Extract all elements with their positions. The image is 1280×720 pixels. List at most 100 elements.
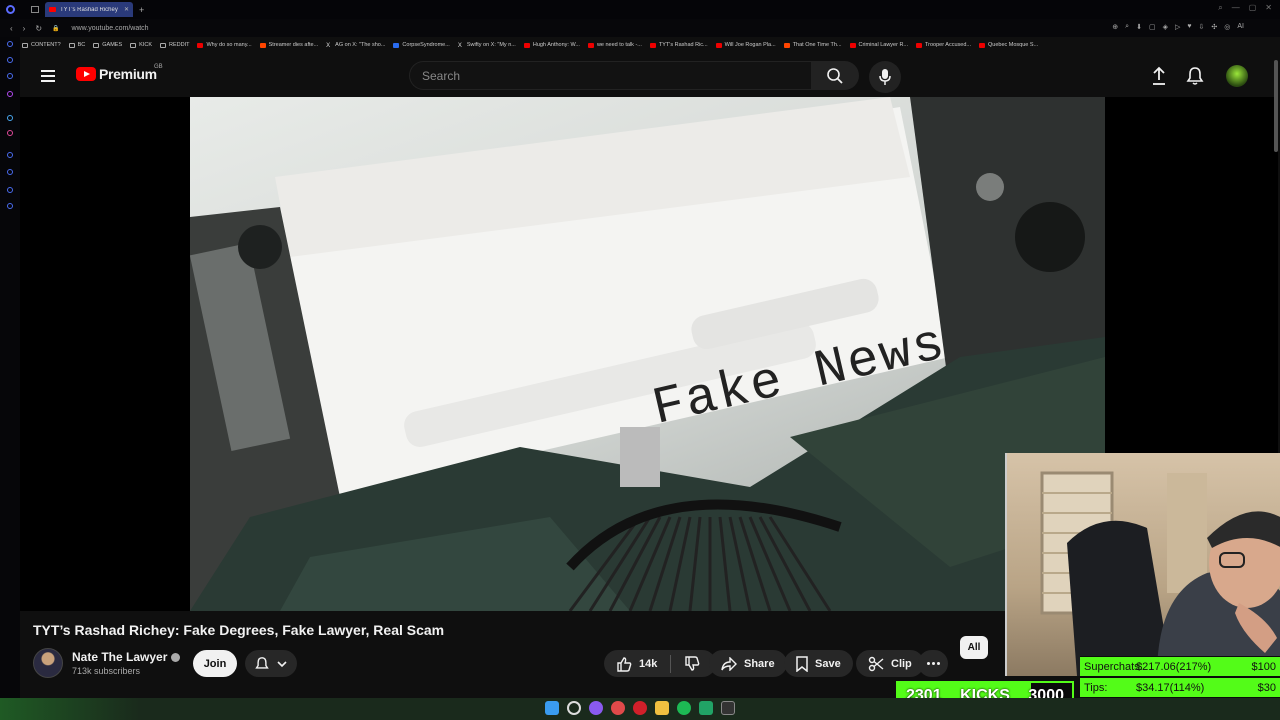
bookmark-item[interactable]: Will Joe Rogan Pla... [715,42,776,48]
download-icon[interactable]: ⇩ [1199,23,1205,31]
bookmark-item[interactable]: Criminal Lawyer R... [849,42,908,48]
video-player[interactable]: Fake News [190,97,1105,611]
ai-icon[interactable]: AI [1237,23,1244,31]
bookmark-label: CONTENT? [31,42,61,48]
back-icon[interactable]: ‹ [10,24,13,33]
bookmark-item[interactable]: Hugh Anthony: W... [523,42,580,48]
bookmark-item[interactable]: X Swifty on X: "My n... [458,42,516,49]
bookmark-item[interactable]: Streamer dies afte... [259,42,318,48]
search-button[interactable] [811,61,859,90]
bookmark-item[interactable]: Trooper Accused... [916,42,971,48]
opera-logo-icon[interactable] [6,5,15,14]
discord-icon[interactable] [589,701,603,715]
obs-icon[interactable] [721,701,735,715]
minimize-icon[interactable]: — [1232,3,1240,13]
account-avatar[interactable] [1226,65,1248,87]
search-input[interactable] [410,62,811,89]
menu-icon[interactable] [41,70,55,82]
opera-icon[interactable] [633,701,647,715]
sidebar-messenger-icon[interactable] [7,115,13,121]
subscription-notifications-button[interactable] [245,650,297,677]
join-button[interactable]: Join [193,650,237,677]
wallet-icon[interactable]: ◎ [1224,23,1230,31]
lock-icon[interactable]: 🔒 [52,25,59,32]
sidebar-instagram-icon[interactable] [7,130,13,136]
tab-overview-icon[interactable] [31,6,39,13]
heart-icon[interactable]: ♥ [1187,23,1191,31]
bookmark-item[interactable]: CorpseSyndrome... [393,42,450,48]
youtube-premium-logo[interactable]: Premium GB [76,64,163,82]
search-tabs-icon[interactable]: ⌕ [1218,3,1222,13]
snapshot-icon[interactable]: ▢ [1149,23,1156,31]
more-dot [936,662,940,665]
clip-button[interactable]: Clip [856,650,924,677]
windows-start-icon[interactable] [545,701,559,715]
save-page-icon[interactable]: ⬇ [1136,23,1142,31]
url-field[interactable]: www.youtube.com/watch [72,25,149,32]
bookmark-item[interactable]: BC [68,42,85,48]
channel-name-row[interactable]: Nate The Lawyer [72,650,181,664]
sidebar-home-icon[interactable] [7,41,13,47]
sidebar-bookmarks-icon[interactable] [7,73,13,79]
bookmark-item[interactable]: REDDIT [160,42,189,48]
page-scrollbar[interactable] [1274,60,1278,152]
forward-icon[interactable]: › [23,24,26,33]
close-tab-icon[interactable]: ✕ [124,6,129,13]
bookmark-item[interactable]: TYT's Rashad Ric... [649,42,708,48]
browser-tab-active[interactable]: TYT's Rashad Richey ✕ [45,2,133,17]
voice-search-button[interactable] [869,61,901,93]
bookmark-item[interactable]: That One Time Th... [783,42,842,48]
folder-icon [160,42,166,48]
bookmark-item[interactable]: KICK [130,42,152,48]
reload-icon[interactable]: ↻ [35,24,42,33]
verified-icon [171,652,181,662]
bookmark-item[interactable]: GAMES [93,42,122,48]
bookmark-item[interactable]: Quebec Mosque S... [978,42,1038,48]
create-button[interactable] [1150,66,1168,91]
shield-icon[interactable]: ◈ [1163,23,1168,31]
bookmark-item[interactable]: X AG on X: "The sho... [326,42,386,49]
taskbar-search-icon[interactable] [567,701,581,715]
sidebar-settings-icon[interactable] [7,203,13,209]
extensions-icon[interactable]: ✣ [1211,23,1217,31]
bookmark-label: Why do so many... [206,42,252,48]
subscriber-count: 713k subscribers [72,666,141,676]
search-page-icon[interactable]: ⌕ [1125,23,1129,31]
folder-icon [68,42,75,48]
goal-value: $34.17(114%) [1136,681,1205,694]
sidebar-extensions-icon[interactable] [7,187,13,193]
youtube-favicon-icon [49,7,56,12]
bell-icon [255,656,269,669]
like-divider [670,654,672,673]
bookmark-item[interactable]: we need to talk -... [587,42,642,48]
sidebar-social-icon[interactable] [7,57,13,63]
save-button[interactable]: Save [784,650,853,677]
chrome-icon[interactable] [611,701,625,715]
bookmark-label: Trooper Accused... [925,42,971,48]
more-actions-button[interactable] [918,650,948,677]
share-button[interactable]: Share [709,650,787,677]
play-icon[interactable]: ▷ [1175,23,1180,31]
chip-all[interactable]: All [960,636,988,659]
file-explorer-icon[interactable] [655,701,669,715]
close-window-icon[interactable]: ✕ [1265,3,1272,13]
sidebar-clock-icon[interactable] [7,169,13,175]
like-count[interactable]: 14k [639,658,657,670]
bookmark-item[interactable]: CONTENT? [22,42,61,48]
excel-icon[interactable] [699,701,713,715]
zoom-icon[interactable]: ⊕ [1112,23,1118,31]
sidebar-history-icon[interactable] [7,152,13,158]
sidebar-ai-icon[interactable] [7,91,13,97]
channel-name[interactable]: Nate The Lawyer [72,650,167,664]
bookmark-item[interactable]: Why do so many... [197,42,252,48]
bookmark-label: AG on X: "The sho... [335,42,386,48]
screen: TYT's Rashad Richey ✕ + ⌕ — ▢ ✕ ‹ › ↻ 🔒 … [0,0,1280,720]
spotify-icon[interactable] [677,701,691,715]
maximize-icon[interactable]: ▢ [1249,3,1257,13]
notifications-button[interactable] [1186,66,1204,91]
thumbs-down-icon[interactable] [684,655,700,672]
channel-avatar[interactable] [33,648,63,678]
thumbs-up-icon[interactable] [616,656,632,672]
new-tab-button[interactable]: + [139,5,144,15]
typewriter-image [190,97,1105,611]
